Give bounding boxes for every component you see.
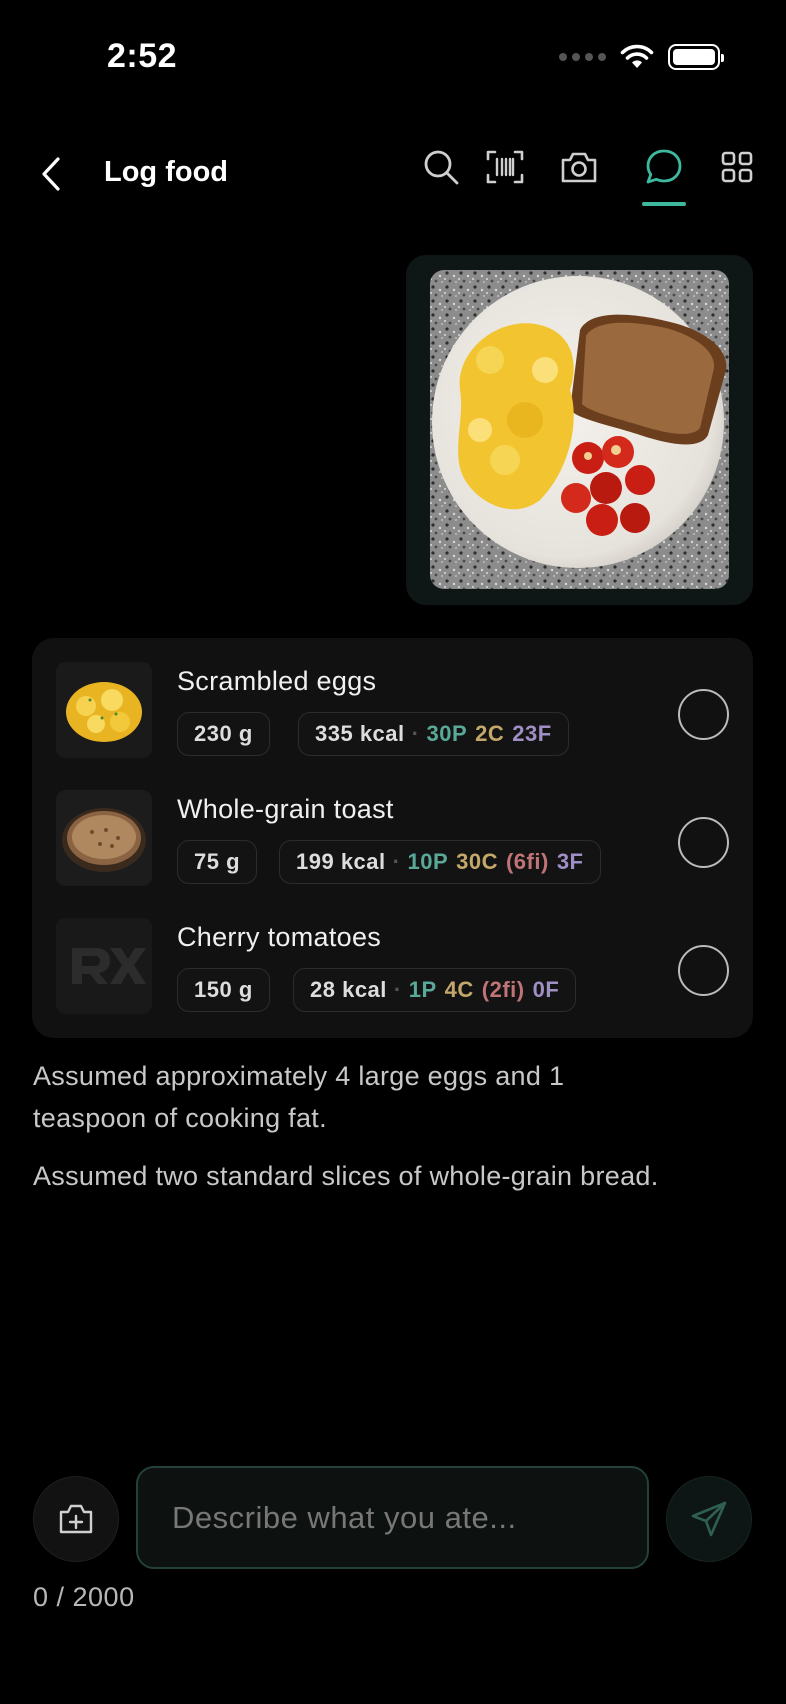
serving-weight-chip[interactable]: 150 g: [177, 968, 270, 1012]
protein-value: 1P: [408, 977, 437, 1002]
serving-weight: 150 g: [194, 977, 253, 1002]
fat-value: 3F: [556, 849, 584, 874]
food-name: Scrambled eggs: [177, 666, 377, 696]
battery-icon: [668, 44, 724, 70]
status-time: 2:52: [107, 37, 178, 75]
assumption-note: Assumed two standard slices of whole-gra…: [33, 1161, 659, 1191]
add-image-icon: [59, 1504, 93, 1534]
send-button[interactable]: [666, 1476, 752, 1562]
meal-photo[interactable]: [430, 270, 729, 589]
add-photo-button[interactable]: [33, 1476, 119, 1562]
calories: 28 kcal: [310, 977, 387, 1002]
food-thumbnail-eggs: [56, 662, 152, 758]
fiber-value: (2fi): [481, 977, 525, 1002]
select-checkbox[interactable]: [678, 817, 729, 868]
carbs-value: 2C: [475, 721, 505, 746]
back-button[interactable]: [36, 154, 66, 194]
wifi-icon: [620, 44, 654, 68]
food-item-row[interactable]: Scrambled eggs 230 g 335 kcal · 30P 2C 23F: [32, 662, 753, 762]
header: Log food: [0, 140, 786, 210]
nutrition-chip[interactable]: 199 kcal · 10P 30C (6fi) 3F: [279, 840, 601, 884]
nutrition-chip[interactable]: 28 kcal · 1P 4C (2fi) 0F: [293, 968, 577, 1012]
food-item-row[interactable]: Whole-grain toast 75 g 199 kcal · 10P 30C (6…: [32, 790, 753, 890]
character-count: 0 / 2000: [33, 1582, 135, 1612]
camera-icon: [561, 152, 597, 183]
search-button[interactable]: [418, 144, 464, 190]
serving-weight-chip[interactable]: 230 g: [177, 712, 270, 756]
select-checkbox[interactable]: [678, 945, 729, 996]
serving-weight-chip[interactable]: 75 g: [177, 840, 258, 884]
nutrition-chip[interactable]: 335 kcal · 30P 2C 23F: [298, 712, 569, 756]
fiber-value: (6fi): [505, 849, 549, 874]
grid-icon: [721, 151, 753, 183]
food-results-card: Scrambled eggs 230 g 335 kcal · 30P 2C 23F W…: [32, 638, 753, 1038]
barcode-scan-button[interactable]: [482, 144, 528, 190]
search-icon: [424, 150, 459, 185]
rx-logo-icon: [56, 918, 152, 1014]
calories: 335 kcal: [315, 721, 405, 746]
protein-value: 10P: [407, 849, 449, 874]
food-thumbnail-placeholder: [56, 918, 152, 1014]
serving-weight: 230 g: [194, 721, 253, 746]
assumption-note: Assumed approximately 4 large eggs and 1…: [33, 1061, 565, 1133]
barcode-icon: [486, 150, 524, 184]
active-tab-indicator: [642, 202, 686, 206]
fat-value: 23F: [512, 721, 552, 746]
carbs-value: 4C: [444, 977, 474, 1002]
uploaded-photo-message: [406, 255, 753, 605]
send-icon: [691, 1501, 727, 1537]
chevron-left-icon: [42, 157, 60, 191]
food-name: Cherry tomatoes: [177, 922, 382, 952]
select-checkbox[interactable]: [678, 689, 729, 740]
status-icons: [559, 44, 724, 70]
cellular-signal-icon: [559, 53, 606, 61]
fat-value: 0F: [532, 977, 560, 1002]
camera-button[interactable]: [556, 144, 602, 190]
chat-icon: [646, 149, 682, 184]
page-title: Log food: [104, 156, 229, 188]
food-thumbnail-toast: [56, 790, 152, 886]
serving-weight: 75 g: [194, 849, 241, 874]
food-description-field[interactable]: [136, 1466, 649, 1569]
food-item-row[interactable]: Cherry tomatoes 150 g 28 kcal · 1P 4C (2fi) 0…: [32, 918, 753, 1018]
protein-value: 30P: [426, 721, 468, 746]
food-description-input[interactable]: [172, 1499, 613, 1536]
chat-button[interactable]: [641, 144, 687, 190]
grid-view-button[interactable]: [714, 144, 760, 190]
carbs-value: 30C: [456, 849, 498, 874]
food-name: Whole-grain toast: [177, 794, 394, 824]
calories: 199 kcal: [296, 849, 386, 874]
